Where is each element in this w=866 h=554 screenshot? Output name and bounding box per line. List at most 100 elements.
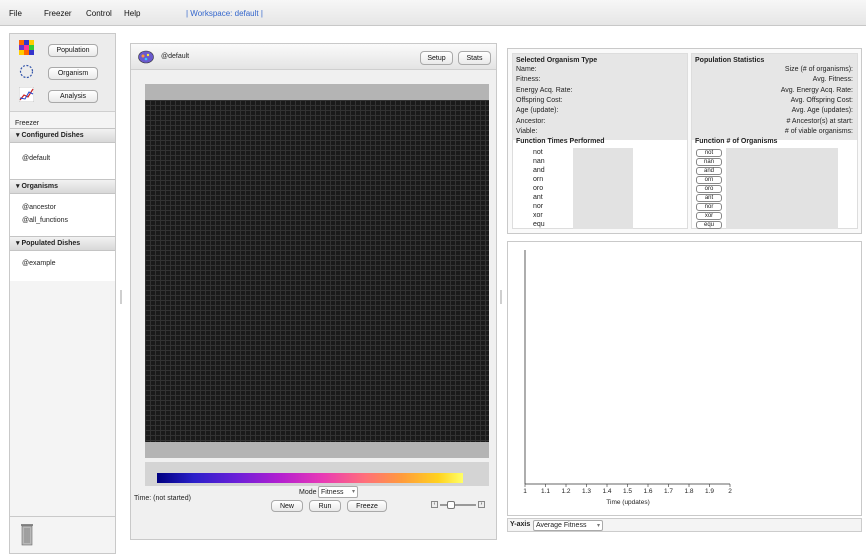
yaxis-select[interactable]: Average Fitness ▾ bbox=[533, 520, 603, 531]
menu-control[interactable]: Control bbox=[86, 9, 112, 18]
population-func-header: Function # of Organisms bbox=[695, 138, 778, 145]
graph-panel: 1 1.1 1.2 1.3 1.4 1.5 1.6 1.7 1.8 1.9 2 Time (upda… bbox=[507, 241, 862, 516]
function-toggle-button[interactable]: nan bbox=[696, 157, 722, 166]
times-performed-cell bbox=[573, 184, 633, 193]
function-name: nan bbox=[533, 158, 545, 165]
menu-freezer[interactable]: Freezer bbox=[44, 9, 72, 18]
population-stats-box: Population Statistics Size (# of organis… bbox=[691, 53, 858, 229]
zoom-slider[interactable]: ‹ › bbox=[431, 500, 486, 510]
function-name: orn bbox=[533, 176, 544, 183]
chevron-down-icon: ▾ bbox=[596, 523, 600, 529]
left-splitter[interactable] bbox=[120, 290, 122, 304]
function-name: xor bbox=[533, 212, 543, 219]
x-tick-label: 1.3 bbox=[581, 488, 592, 495]
menu-bar: File Freezer Control Help | Workspace: d… bbox=[0, 0, 866, 26]
menu-file[interactable]: File bbox=[9, 9, 22, 18]
fitness-graph bbox=[524, 250, 731, 487]
fitness-color-scale bbox=[157, 473, 463, 483]
organism-func-header: Function Times Performed bbox=[516, 138, 605, 145]
organism-count-cell bbox=[726, 157, 838, 166]
zoom-handle[interactable] bbox=[447, 501, 455, 509]
organism-field-label: Name: bbox=[516, 66, 537, 73]
dish-name: @default bbox=[161, 53, 190, 60]
organism-count-cell bbox=[726, 193, 838, 202]
times-performed-cell bbox=[573, 220, 633, 229]
times-performed-cell bbox=[573, 175, 633, 184]
function-toggle-button[interactable]: xor bbox=[696, 211, 722, 220]
organism-type-box: Selected Organism Type Name: Fitness: Ener… bbox=[512, 53, 688, 229]
function-toggle-button[interactable]: oro bbox=[696, 184, 722, 193]
organism-count-cell bbox=[726, 148, 838, 157]
times-performed-cell bbox=[573, 166, 633, 175]
stats-button[interactable]: Stats bbox=[458, 51, 491, 65]
stats-panel: Selected Organism Type Name: Fitness: Ener… bbox=[507, 48, 862, 234]
configured-dishes-header[interactable]: ▾ Configured Dishes bbox=[10, 128, 115, 143]
x-tick-label: 1.4 bbox=[602, 488, 612, 495]
analysis-button[interactable]: Analysis bbox=[48, 90, 98, 103]
new-button[interactable]: New bbox=[271, 500, 303, 512]
populated-dishes-header[interactable]: ▾ Populated Dishes bbox=[10, 236, 115, 251]
center-panel: @default Setup Stats Time: (not started)… bbox=[130, 43, 497, 540]
function-name: equ bbox=[533, 221, 545, 228]
organism-count-cell bbox=[726, 202, 838, 211]
x-tick-label: 1.9 bbox=[704, 488, 715, 495]
population-field-label: Size (# of organisms): bbox=[784, 66, 853, 73]
scale-panel bbox=[145, 462, 489, 486]
mode-select-value: Fitness bbox=[321, 489, 344, 496]
configured-dishes-list: @default bbox=[10, 143, 115, 179]
organism-ring-icon[interactable] bbox=[19, 64, 34, 79]
trash-panel bbox=[9, 516, 116, 554]
population-grid[interactable] bbox=[145, 100, 489, 442]
yaxis-label: Y-axis bbox=[510, 521, 531, 528]
time-status: Time: (not started) bbox=[134, 495, 191, 502]
grid-bottom-border bbox=[145, 442, 489, 458]
organism-field-label: Viable: bbox=[516, 127, 538, 135]
organisms-list: @ancestor @all_functions bbox=[10, 194, 115, 236]
freezer-item-all-functions[interactable]: @all_functions bbox=[22, 217, 68, 224]
population-field-label: Avg. Fitness: bbox=[812, 76, 853, 84]
right-splitter[interactable] bbox=[500, 290, 502, 304]
freezer-title: Freezer bbox=[15, 120, 40, 127]
zoom-out-icon[interactable]: ‹ bbox=[431, 501, 438, 508]
population-stats-title: Population Statistics bbox=[695, 57, 765, 64]
function-toggle-button[interactable]: nor bbox=[696, 202, 722, 211]
yaxis-bar: Y-axis Average Fitness ▾ bbox=[507, 518, 862, 532]
analysis-chart-icon[interactable] bbox=[19, 87, 34, 102]
population-field-label: Avg. Age (updates): bbox=[791, 107, 853, 115]
function-toggle-button[interactable]: equ bbox=[696, 220, 722, 229]
function-name: oro bbox=[533, 185, 544, 192]
population-grid-icon[interactable] bbox=[19, 40, 34, 55]
trash-can-icon[interactable] bbox=[20, 522, 34, 546]
population-field-label: # of viable organisms: bbox=[784, 127, 853, 135]
organism-type-title: Selected Organism Type bbox=[516, 57, 598, 64]
populated-dishes-list: @example bbox=[10, 251, 115, 281]
x-tick-label: 1 bbox=[523, 488, 527, 495]
freeze-button[interactable]: Freeze bbox=[347, 500, 387, 512]
run-button[interactable]: Run bbox=[309, 500, 341, 512]
freezer-panel: ▾ Configured Dishes @default ▾ Organisms… bbox=[10, 128, 115, 281]
organism-field-label: Energy Acq. Rate: bbox=[516, 86, 573, 94]
function-name: not bbox=[533, 149, 543, 156]
organisms-header[interactable]: ▾ Organisms bbox=[10, 179, 115, 194]
setup-button[interactable]: Setup bbox=[420, 51, 453, 65]
organism-button[interactable]: Organism bbox=[48, 67, 98, 80]
menu-help[interactable]: Help bbox=[124, 9, 140, 18]
mode-select[interactable]: Fitness ▾ bbox=[318, 486, 358, 498]
x-tick-label: 1.1 bbox=[540, 488, 551, 495]
times-performed-cell bbox=[573, 157, 633, 166]
function-toggle-button[interactable]: ant bbox=[696, 193, 722, 202]
freezer-item-example[interactable]: @example bbox=[22, 260, 56, 267]
zoom-track[interactable] bbox=[440, 504, 476, 506]
organism-field-label: Ancestor: bbox=[516, 117, 546, 125]
freezer-item-default[interactable]: @default bbox=[22, 155, 50, 162]
function-toggle-button[interactable]: not bbox=[696, 148, 722, 157]
x-tick-label: 1.7 bbox=[663, 488, 674, 495]
function-name: ant bbox=[533, 194, 543, 201]
function-toggle-button[interactable]: and bbox=[696, 166, 722, 175]
function-toggle-button[interactable]: orn bbox=[696, 175, 722, 184]
population-button[interactable]: Population bbox=[48, 44, 98, 57]
dish-petri-icon[interactable] bbox=[138, 50, 154, 64]
times-performed-cell bbox=[573, 211, 633, 220]
freezer-item-ancestor[interactable]: @ancestor bbox=[22, 204, 56, 211]
zoom-in-icon[interactable]: › bbox=[478, 501, 485, 508]
